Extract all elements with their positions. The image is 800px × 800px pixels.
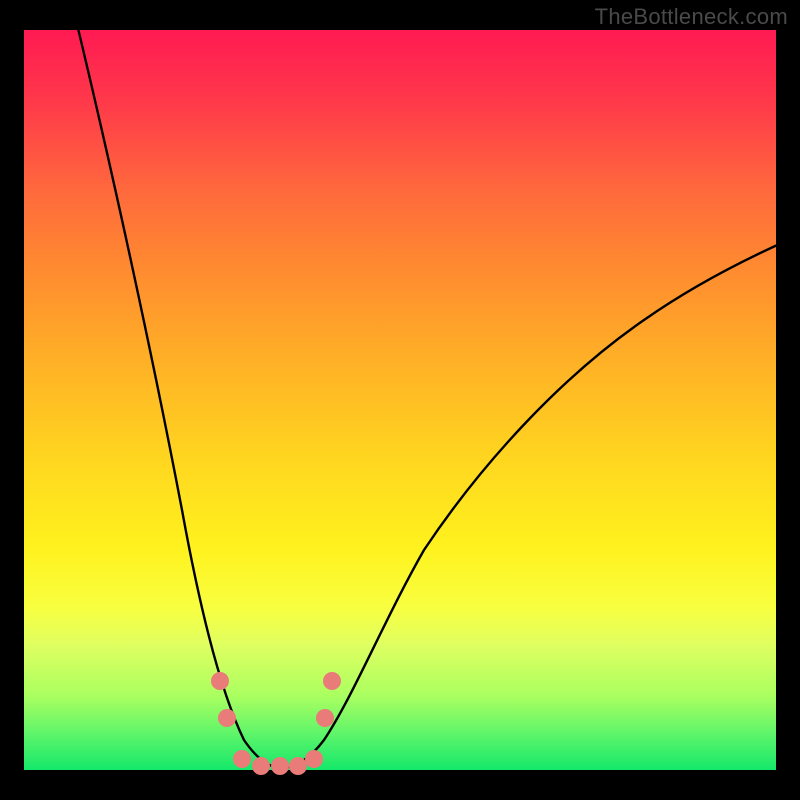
highlight-dot (233, 750, 251, 768)
highlight-dot (316, 709, 334, 727)
highlight-dot (305, 750, 323, 768)
bottleneck-curve (24, 30, 776, 770)
plot-area (24, 30, 776, 770)
highlight-dot (218, 709, 236, 727)
curve-left-arm (76, 20, 282, 768)
chart-frame: TheBottleneck.com (0, 0, 800, 800)
highlight-dot (211, 672, 229, 690)
highlight-dot (271, 757, 289, 775)
watermark-text: TheBottleneck.com (595, 4, 788, 30)
curve-right-arm (282, 242, 784, 768)
highlight-dot (323, 672, 341, 690)
highlight-dot (252, 757, 270, 775)
